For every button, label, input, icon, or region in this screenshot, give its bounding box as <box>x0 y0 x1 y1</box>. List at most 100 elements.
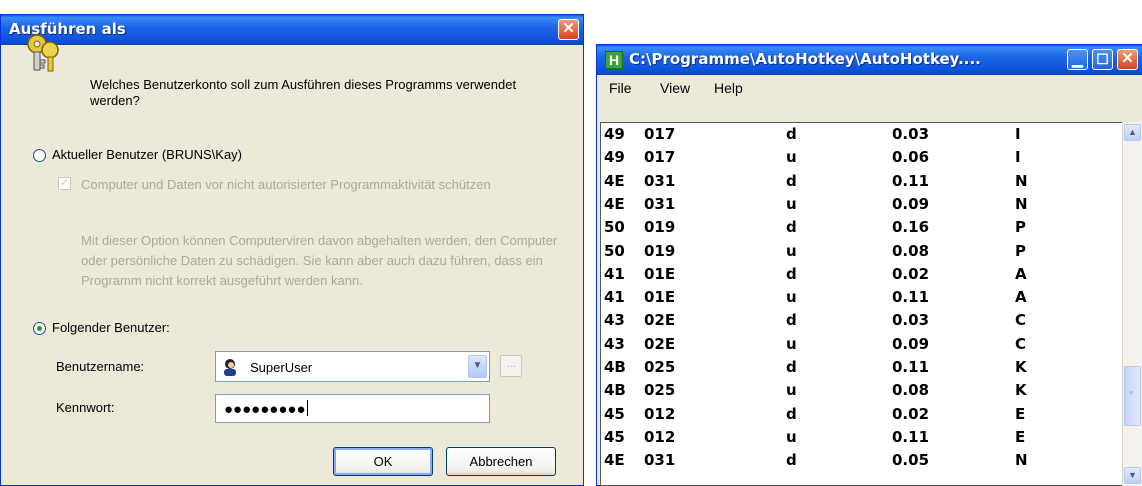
current-user-radio[interactable] <box>33 149 46 162</box>
cell-key: P <box>1015 241 1026 260</box>
cell-sc: 031 <box>644 194 676 213</box>
cell-type: d <box>786 171 797 190</box>
cell-elapsed: 0.16 <box>892 218 930 237</box>
cell-elapsed: 0.08 <box>892 241 930 260</box>
cell-type: u <box>786 241 797 260</box>
menu-bar: File View Help <box>600 75 1142 101</box>
cell-elapsed: 0.08 <box>892 381 930 400</box>
cell-vk: 41 <box>604 288 625 307</box>
cell-vk: 49 <box>604 148 625 167</box>
cell-sc: 012 <box>644 427 676 446</box>
scroll-down-button[interactable]: ▼ <box>1124 467 1141 484</box>
cell-type: d <box>786 404 797 423</box>
cell-sc: 019 <box>644 218 676 237</box>
current-user-label[interactable]: Aktueller Benutzer (BRUNS\Kay) <box>52 147 242 162</box>
cell-type: d <box>786 451 797 470</box>
cell-type: d <box>786 358 797 376</box>
cell-key: C <box>1015 311 1027 330</box>
cell-type: u <box>786 334 797 353</box>
question-text: Welches Benutzerkonto soll zum Ausführen… <box>90 77 517 108</box>
cell-type: d <box>786 311 797 330</box>
cell-sc: 031 <box>644 451 676 470</box>
cell-type: u <box>786 381 797 400</box>
cell-elapsed: 0.03 <box>892 311 930 330</box>
cell-vk: 4E <box>604 194 625 213</box>
cell-sc: 031 <box>644 171 676 190</box>
ok-button[interactable]: OK <box>333 447 433 476</box>
cell-key: K <box>1015 381 1027 400</box>
cell-sc: 02E <box>644 311 676 330</box>
cell-sc: 017 <box>644 125 676 143</box>
cell-sc: 025 <box>644 381 676 400</box>
cell-type: d <box>786 264 797 283</box>
maximize-button[interactable]: ☐ <box>1092 49 1113 70</box>
cell-key: P <box>1015 218 1026 237</box>
cell-type: u <box>786 288 797 307</box>
cell-vk: 4B <box>604 358 626 376</box>
cell-key: E <box>1015 427 1026 446</box>
run-as-titlebar[interactable]: Ausführen als ✕ <box>1 15 583 45</box>
username-combobox[interactable]: SuperUser ▼ <box>215 351 490 382</box>
menu-view[interactable]: View <box>660 80 690 96</box>
cell-vk: 41 <box>604 264 625 283</box>
cell-key: I <box>1015 148 1021 167</box>
cell-key: E <box>1015 404 1026 423</box>
cell-elapsed: 0.11 <box>892 427 930 446</box>
close-button[interactable]: ✕ <box>1117 49 1138 70</box>
scroll-up-button[interactable]: ▲ <box>1124 124 1141 141</box>
cell-elapsed: 0.02 <box>892 264 930 283</box>
cell-elapsed: 0.11 <box>892 171 930 190</box>
cell-elapsed: 0.02 <box>892 404 930 423</box>
following-user-radio[interactable] <box>33 322 46 335</box>
cell-elapsed: 0.09 <box>892 334 930 353</box>
following-user-label[interactable]: Folgender Benutzer: <box>52 320 170 335</box>
protect-checkbox[interactable]: ✓ <box>58 177 71 190</box>
cell-type: d <box>786 125 797 143</box>
cell-key: K <box>1015 358 1027 376</box>
cell-elapsed: 0.11 <box>892 358 930 376</box>
protect-label: Computer und Daten vor nicht autorisiert… <box>81 177 491 192</box>
chevron-down-icon[interactable]: ▼ <box>468 355 487 378</box>
menu-file[interactable]: File <box>609 80 632 96</box>
password-label: Kennwort: <box>56 400 115 415</box>
cell-key: C <box>1015 334 1027 353</box>
cell-key: A <box>1015 264 1027 283</box>
cell-sc: 02E <box>644 334 676 353</box>
browse-button[interactable]: ... <box>500 355 522 377</box>
cell-vk: 45 <box>604 404 625 423</box>
cell-key: N <box>1015 451 1028 470</box>
minimize-button[interactable]: ▁ <box>1067 49 1088 70</box>
text-caret <box>306 400 308 416</box>
username-value: SuperUser <box>250 360 313 375</box>
cell-sc: 012 <box>644 404 676 423</box>
cell-vk: 43 <box>604 334 625 353</box>
cell-elapsed: 0.05 <box>892 451 930 470</box>
username-label: Benutzername: <box>56 359 145 374</box>
scroll-thumb[interactable]: ≡ <box>1124 366 1141 426</box>
key-history-list[interactable]: 49 017 d 0.03 I 49 017 u 0.06 I 4E 031 d 0.11 N 4E 031 u 0… <box>600 122 1122 486</box>
cell-type: u <box>786 148 797 167</box>
cell-vk: 43 <box>604 311 625 330</box>
close-button[interactable]: ✕ <box>558 19 579 40</box>
cell-elapsed: 0.06 <box>892 148 930 167</box>
cell-elapsed: 0.03 <box>892 125 930 143</box>
keys-icon <box>27 34 59 72</box>
password-field[interactable]: ●●●●●●●●● <box>215 394 490 423</box>
protect-note: Mit dieser Option können Computerviren d… <box>81 233 558 288</box>
cell-key: N <box>1015 171 1028 190</box>
cell-type: u <box>786 194 797 213</box>
cell-vk: 4E <box>604 171 625 190</box>
cell-vk: 4B <box>604 381 626 400</box>
cell-elapsed: 0.11 <box>892 288 930 307</box>
cell-key: I <box>1015 125 1021 143</box>
cell-sc: 019 <box>644 241 676 260</box>
cell-vk: 50 <box>604 241 625 260</box>
cell-sc: 01E <box>644 288 676 307</box>
cell-elapsed: 0.09 <box>892 194 930 213</box>
vertical-scrollbar[interactable]: ▲ ≡ ▼ <box>1122 122 1142 486</box>
ahk-titlebar[interactable]: H C:\Programme\AutoHotkey\AutoHotkey....… <box>597 45 1142 75</box>
cell-vk: 45 <box>604 427 625 446</box>
cell-sc: 01E <box>644 264 676 283</box>
menu-help[interactable]: Help <box>714 80 743 96</box>
cancel-button[interactable]: Abbrechen <box>446 447 556 476</box>
